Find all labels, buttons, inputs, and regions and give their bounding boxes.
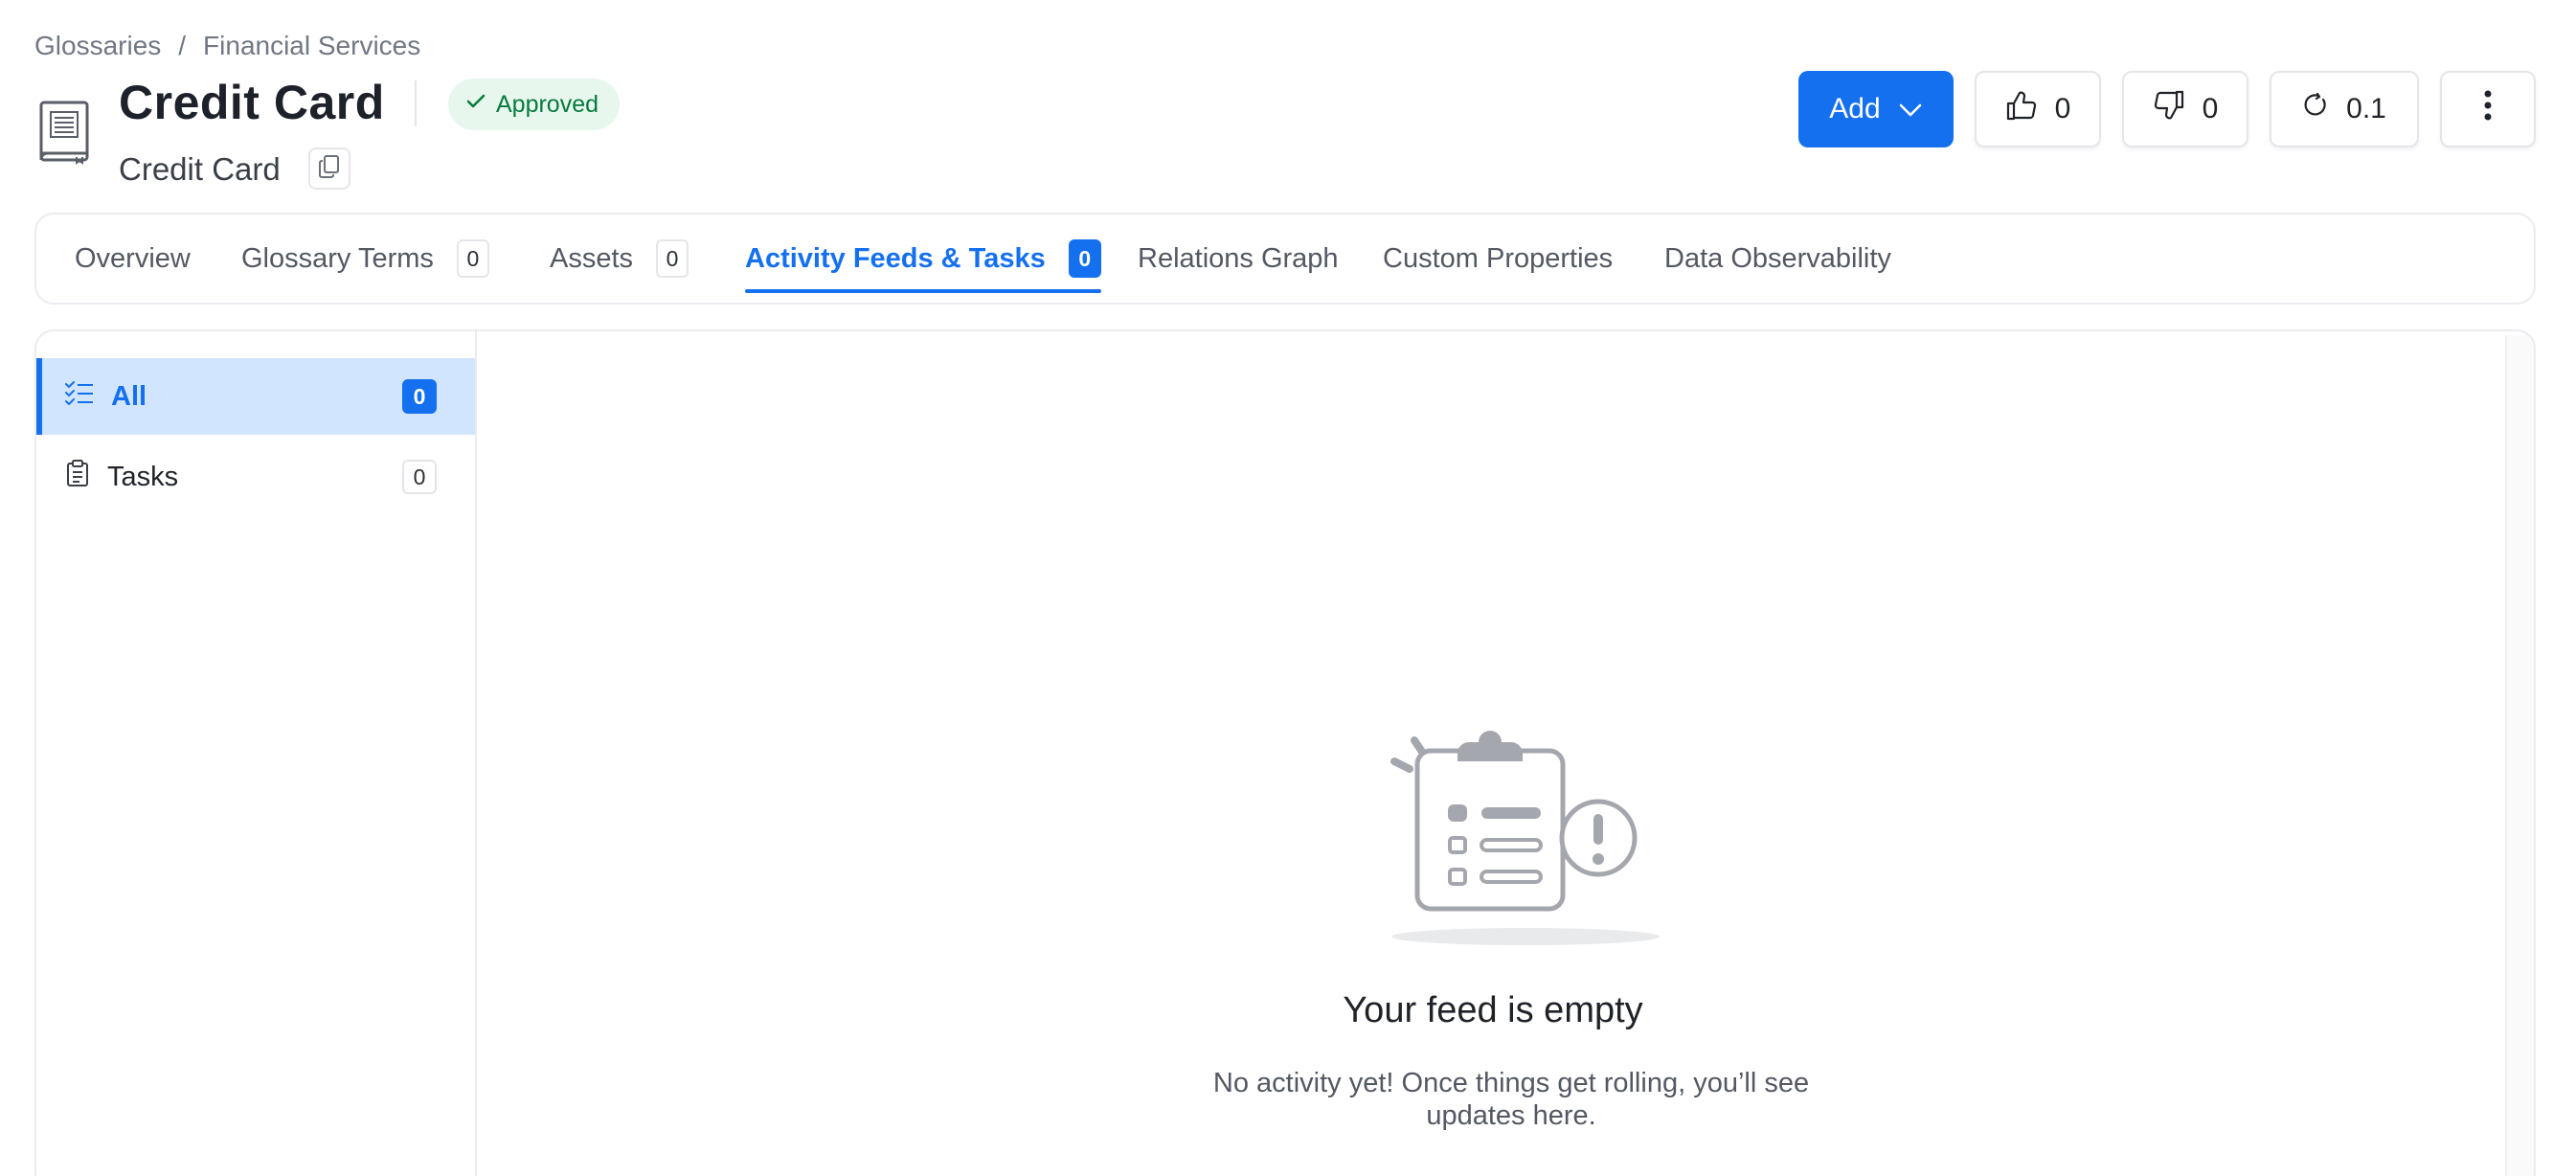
activity-feed-panel: All 0 Tasks 0 Your feed is empty No acti… xyxy=(34,329,2536,1176)
empty-feed-illustration xyxy=(1387,719,1664,949)
breadcrumb-glossaries[interactable]: Glossaries xyxy=(34,31,161,61)
status-badge: Approved xyxy=(448,79,621,130)
filter-label: Tasks xyxy=(107,461,179,492)
dislike-button[interactable]: 0 xyxy=(2122,71,2248,147)
filter-label: All xyxy=(111,380,147,412)
tab-label: Custom Properties xyxy=(1383,242,1614,274)
dislike-count: 0 xyxy=(2202,93,2219,124)
display-name: Credit Card xyxy=(119,151,281,187)
filter-count: 0 xyxy=(402,460,437,494)
empty-state-description: No activity yet! Once things get rolling… xyxy=(1212,1068,1810,1131)
tab-count: 0 xyxy=(1068,239,1101,278)
title-divider xyxy=(415,80,417,126)
filter-tasks[interactable]: Tasks 0 xyxy=(36,439,475,515)
tab-label: Glossary Terms xyxy=(241,242,434,274)
status-label: Approved xyxy=(496,90,599,118)
breadcrumb: Glossaries / Financial Services xyxy=(34,31,420,61)
feed-filter-sidebar: All 0 Tasks 0 xyxy=(36,331,477,1176)
more-options-button[interactable] xyxy=(2440,71,2536,147)
check-icon xyxy=(465,91,486,119)
add-button-label: Add xyxy=(1829,93,1881,124)
copy-button[interactable] xyxy=(308,147,350,190)
thumbs-up-icon xyxy=(2005,90,2038,128)
history-icon xyxy=(2302,92,2329,126)
tab-bar: Overview Glossary Terms 0 Assets 0 Activ… xyxy=(34,213,2536,305)
thumbs-down-icon xyxy=(2153,90,2185,128)
empty-state-title: Your feed is empty xyxy=(1343,990,1643,1030)
tab-count: 0 xyxy=(656,239,689,278)
checklist-icon xyxy=(65,380,94,413)
chevron-down-icon xyxy=(1898,93,1923,125)
tab-overview[interactable]: Overview xyxy=(75,215,191,303)
tab-data-observability[interactable]: Data Observability xyxy=(1664,215,1891,303)
page: Glossaries / Financial Services Credit C… xyxy=(0,0,2576,1176)
tab-assets[interactable]: Assets 0 xyxy=(550,215,689,303)
version-button[interactable]: 0.1 xyxy=(2270,71,2419,147)
scrollbar[interactable] xyxy=(2505,335,2534,1176)
more-vertical-icon xyxy=(2483,90,2493,128)
feed-content: Your feed is empty No activity yet! Once… xyxy=(477,331,2534,1176)
tab-relations-graph[interactable]: Relations Graph xyxy=(1138,215,1339,303)
breadcrumb-financial-services[interactable]: Financial Services xyxy=(203,31,420,61)
add-button[interactable]: Add xyxy=(1798,71,1954,147)
tab-glossary-terms[interactable]: Glossary Terms 0 xyxy=(241,215,489,303)
clipboard-icon xyxy=(65,459,90,495)
like-count: 0 xyxy=(2054,93,2071,124)
version-number: 0.1 xyxy=(2346,93,2386,124)
tab-custom-properties[interactable]: Custom Properties xyxy=(1383,215,1613,303)
tab-label: Relations Graph xyxy=(1138,242,1339,274)
filter-all[interactable]: All 0 xyxy=(36,358,475,435)
tab-label: Overview xyxy=(75,242,191,274)
tab-label: Activity Feeds & Tasks xyxy=(745,242,1046,274)
tab-label: Data Observability xyxy=(1664,242,1891,274)
glossary-book-icon xyxy=(38,100,92,165)
breadcrumb-separator: / xyxy=(178,31,187,60)
like-button[interactable]: 0 xyxy=(1975,71,2101,147)
tab-label: Assets xyxy=(550,242,634,274)
copy-icon xyxy=(318,154,341,184)
tab-activity-feeds-tasks[interactable]: Activity Feeds & Tasks 0 xyxy=(745,215,1101,303)
tab-count: 0 xyxy=(456,239,489,278)
filter-count: 0 xyxy=(402,379,437,414)
page-title: Credit Card xyxy=(119,76,385,129)
